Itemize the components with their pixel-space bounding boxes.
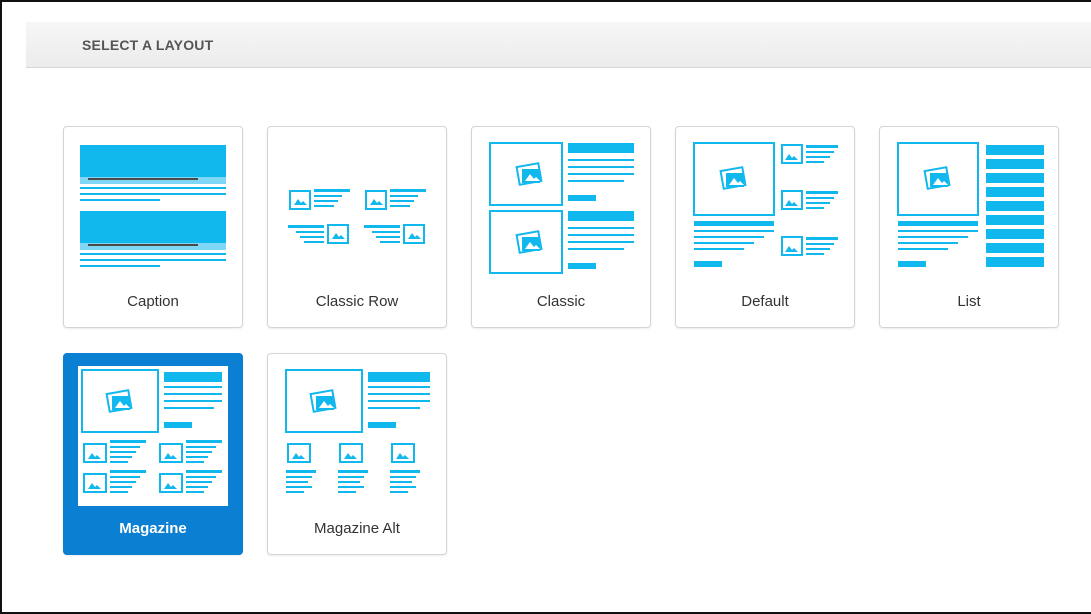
layout-label: Magazine Alt [314, 520, 400, 537]
classic-layout-thumbnail [486, 139, 636, 279]
layout-option-magazine-alt[interactable]: Magazine Alt [267, 353, 447, 555]
magazine-layout-thumbnail [78, 366, 228, 506]
layout-option-list[interactable]: List [879, 126, 1059, 328]
layout-label: Classic [536, 293, 586, 310]
layout-option-classic[interactable]: Classic [471, 126, 651, 328]
page-title: SELECT A LAYOUT [82, 37, 214, 53]
magazine-alt-layout-thumbnail [282, 366, 432, 506]
layout-option-default[interactable]: Default [675, 126, 855, 328]
caption-layout-thumbnail [78, 139, 228, 279]
layout-option-magazine[interactable]: Magazine [63, 353, 243, 555]
layout-label: Classic Row [315, 293, 399, 310]
layout-option-caption[interactable]: Caption [63, 126, 243, 328]
layout-header: SELECT A LAYOUT [26, 22, 1091, 68]
classic-row-layout-thumbnail [282, 139, 432, 279]
layout-label: Default [741, 293, 789, 310]
layout-option-classic-row[interactable]: Classic Row [267, 126, 447, 328]
layout-label: Caption [127, 293, 179, 310]
layout-label: Magazine [119, 520, 187, 537]
layout-label: List [957, 293, 981, 310]
default-layout-thumbnail [690, 139, 840, 279]
list-layout-thumbnail [894, 139, 1044, 279]
